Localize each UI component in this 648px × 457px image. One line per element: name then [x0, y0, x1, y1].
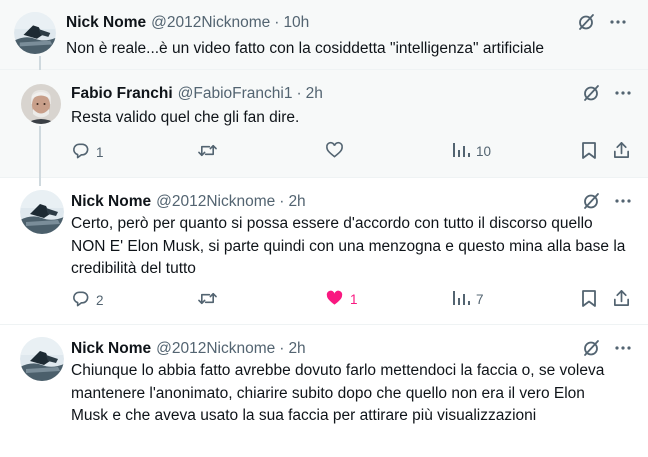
bookmark-icon — [580, 289, 598, 311]
tweet-text: Non è reale...è un video fatto con la co… — [66, 40, 545, 57]
reply-bubble-icon — [71, 141, 90, 163]
display-name[interactable]: Nick Nome — [71, 193, 151, 211]
timestamp[interactable]: 2h — [288, 340, 305, 358]
reply-bubble-icon — [71, 289, 90, 311]
separator-dot: · — [279, 193, 285, 210]
avatar[interactable] — [21, 84, 61, 124]
grok-slash-circle-icon[interactable] — [581, 191, 601, 211]
display-name[interactable]: Nick Nome — [71, 340, 151, 358]
heart-icon — [325, 141, 344, 162]
tweet-1[interactable]: Nick Nome @2012Nicknome · 10h Non è real… — [0, 0, 648, 70]
timestamp[interactable]: 2h — [288, 193, 305, 211]
heart-icon — [325, 289, 344, 310]
retweet-arrows-icon — [197, 141, 218, 163]
tweet-text: Certo, però per quanto si possa essere d… — [71, 215, 626, 277]
reply-button[interactable]: 2 — [71, 289, 104, 311]
avatar[interactable] — [20, 190, 64, 234]
view-count: 10 — [476, 144, 492, 159]
retweet-arrows-icon — [197, 289, 218, 311]
timestamp[interactable]: 10h — [283, 14, 309, 32]
share-button[interactable] — [612, 289, 631, 311]
action-bar: 1 10 — [71, 141, 631, 165]
views-bar-chart-icon — [452, 289, 470, 310]
share-upload-icon — [612, 289, 631, 311]
tweet-2[interactable]: Fabio Franchi @FabioFranchi1 · 2h Resta … — [0, 70, 648, 178]
separator-dot: · — [274, 14, 280, 31]
display-name[interactable]: Fabio Franchi — [71, 85, 173, 103]
share-upload-icon — [612, 141, 631, 163]
views-button[interactable]: 7 — [452, 289, 484, 310]
reply-count: 2 — [96, 292, 104, 308]
separator-dot: · — [279, 340, 285, 357]
tweet-text: Chiunque lo abbia fatto avrebbe dovuto f… — [71, 362, 605, 424]
bookmark-icon — [580, 141, 598, 163]
user-handle[interactable]: @2012Nicknome — [156, 193, 275, 211]
tweet-3[interactable]: Nick Nome @2012Nicknome · 2h Certo, però… — [0, 178, 648, 325]
retweet-button[interactable] — [197, 289, 218, 311]
user-handle[interactable]: @2012Nicknome — [156, 340, 275, 358]
reply-button[interactable]: 1 — [71, 141, 104, 163]
grok-slash-circle-icon[interactable] — [576, 12, 596, 32]
more-dots-icon[interactable] — [613, 191, 633, 211]
views-bar-chart-icon — [452, 141, 470, 162]
like-count: 1 — [350, 292, 358, 307]
user-handle[interactable]: @FabioFranchi1 — [178, 85, 293, 103]
grok-slash-circle-icon[interactable] — [581, 83, 601, 103]
views-button[interactable]: 10 — [452, 141, 491, 162]
thread-connector-line — [39, 56, 41, 70]
thread-connector-line — [39, 126, 41, 186]
display-name[interactable]: Nick Nome — [66, 14, 146, 32]
bookmark-button[interactable] — [580, 141, 598, 163]
separator-dot: · — [296, 85, 302, 102]
share-button[interactable] — [612, 141, 631, 163]
grok-slash-circle-icon[interactable] — [581, 338, 601, 358]
timestamp[interactable]: 2h — [306, 85, 323, 103]
like-button[interactable] — [325, 141, 344, 162]
view-count: 7 — [476, 292, 484, 307]
action-bar: 2 1 7 — [71, 289, 631, 313]
retweet-button[interactable] — [197, 141, 218, 163]
more-dots-icon[interactable] — [613, 338, 633, 358]
avatar[interactable] — [14, 12, 56, 54]
like-button[interactable]: 1 — [325, 289, 358, 310]
tweet-4[interactable]: Nick Nome @2012Nicknome · 2h Chiunque lo… — [0, 325, 648, 457]
avatar[interactable] — [20, 337, 64, 381]
user-handle[interactable]: @2012Nicknome — [151, 14, 270, 32]
more-dots-icon[interactable] — [613, 83, 633, 103]
tweet-text: Resta valido quel che gli fan dire. — [71, 109, 300, 126]
more-dots-icon[interactable] — [608, 12, 628, 32]
bookmark-button[interactable] — [580, 289, 598, 311]
reply-count: 1 — [96, 144, 104, 160]
